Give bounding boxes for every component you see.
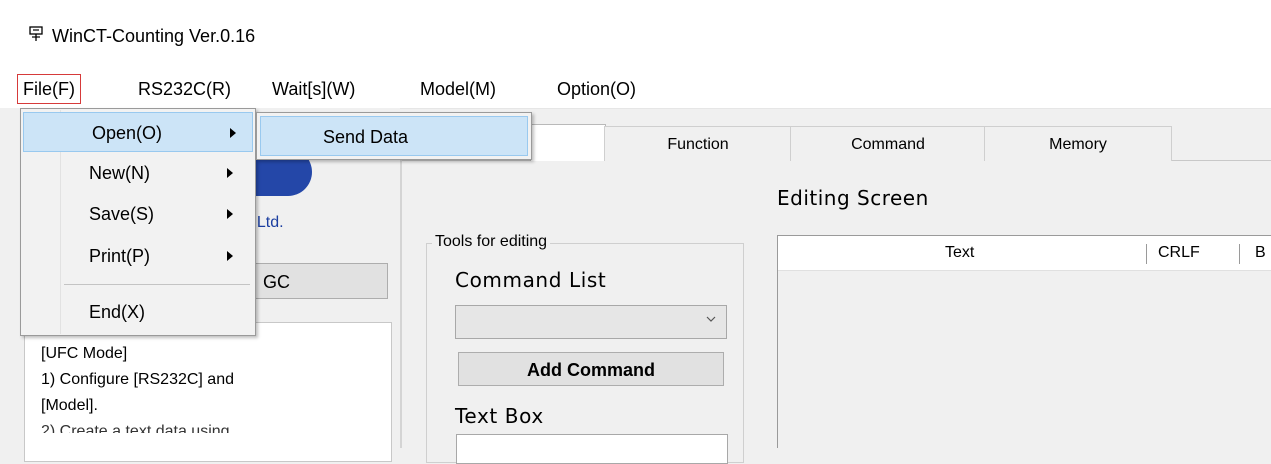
menu-item-print[interactable]: Print(P) [21,236,254,276]
add-command-button[interactable]: Add Command [458,352,724,386]
menu-item-label: Open(O) [92,123,163,143]
gc-button[interactable]: GC [248,263,388,299]
submenu-arrow-icon [227,209,233,219]
menu-file[interactable]: File(F) [17,74,81,104]
tab-memory[interactable]: Memory [984,126,1172,161]
menu-item-label: Save(S) [89,204,155,224]
menu-rs232c[interactable]: RS232C(R) [134,74,235,104]
column-header-b[interactable]: B [1255,236,1266,270]
submenu-arrow-icon [227,251,233,261]
menu-option[interactable]: Option(O) [553,74,640,104]
submenu-arrow-icon [230,128,236,138]
panel-divider [400,160,402,448]
text-box-label: Text Box [455,404,544,428]
menu-item-label: Send Data [323,127,409,147]
menu-item-label: New(N) [89,163,150,183]
menu-item-label: Print(P) [89,246,151,266]
instructions-box: [UFC Mode] 1) Configure [RS232C] and [Mo… [24,322,392,462]
command-list-label: Command List [455,268,607,292]
window-title: WinCT-Counting Ver.0.16 [52,26,256,46]
column-header-text[interactable]: Text [945,236,985,270]
menu-wait[interactable]: Wait[s](W) [268,74,359,104]
column-separator [1239,244,1240,264]
menu-item-new[interactable]: New(N) [21,153,254,193]
tools-group-label: Tools for editing [432,233,551,251]
chevron-down-icon [706,316,716,322]
info-line: [Model]. [41,397,98,414]
info-line: 2) Create a text data using [41,423,230,433]
tab-main[interactable] [530,124,606,161]
menu-separator [64,284,250,285]
text-box-input[interactable] [456,434,728,464]
menu-item-save[interactable]: Save(S) [21,194,254,234]
app-icon [29,26,43,41]
menu-item-open[interactable]: Open(O) [23,112,253,152]
info-line: [UFC Mode] [41,345,128,362]
tab-command[interactable]: Command [790,126,986,161]
menu-model[interactable]: Model(M) [416,74,500,104]
editing-screen-title: Editing Screen [777,186,929,210]
tab-function[interactable]: Function [604,126,792,161]
command-list-select[interactable] [455,305,727,339]
info-line: 1) Configure [RS232C] and [41,371,234,388]
column-separator [1146,244,1147,264]
menu-item-end[interactable]: End(X) [21,292,254,332]
menu-item-label: End(X) [89,302,146,322]
column-header-crlf[interactable]: CRLF [1158,236,1200,270]
submenu-arrow-icon [227,168,233,178]
menu-item-send-data[interactable]: Send Data [260,116,528,156]
